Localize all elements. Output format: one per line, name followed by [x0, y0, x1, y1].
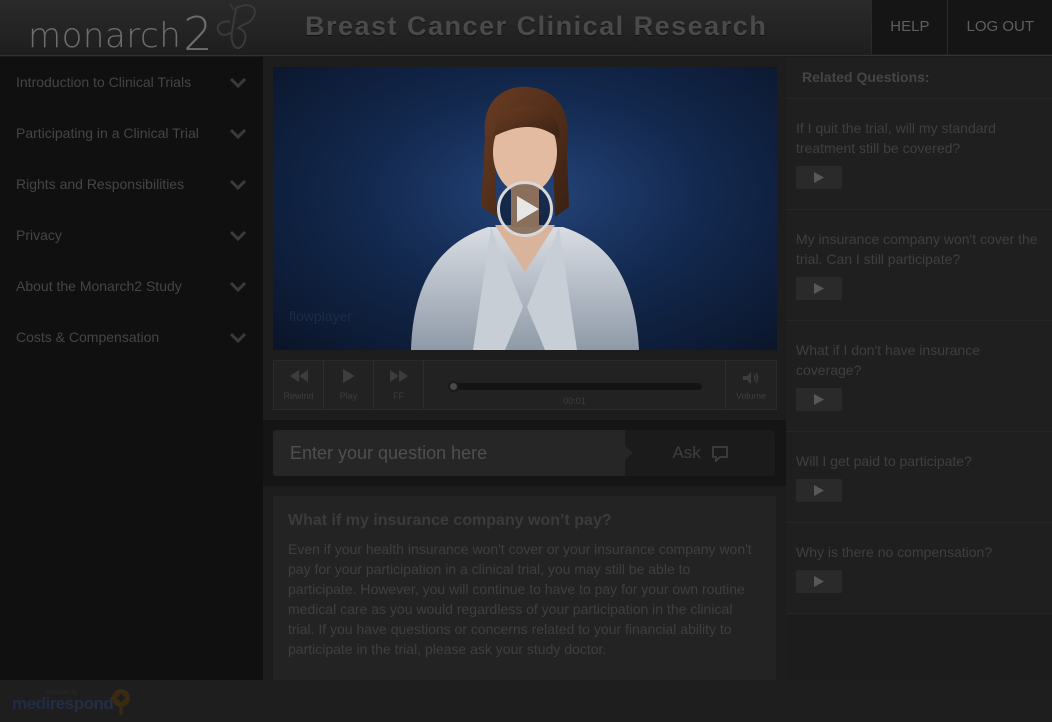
related-play-button[interactable] [796, 277, 842, 300]
chevron-down-icon [229, 261, 247, 312]
sidebar-item-participating[interactable]: Participating in a Clinical Trial [0, 108, 263, 159]
related-question-item: My insurance company won't cover the tri… [786, 210, 1052, 321]
topic-sidebar: Introduction to Clinical Trials Particip… [0, 57, 263, 680]
sidebar-item-about-study[interactable]: About the Monarch2 Study [0, 261, 263, 312]
sidebar-item-label: Introduction to Clinical Trials [16, 74, 192, 90]
help-button[interactable]: HELP [871, 0, 947, 54]
rewind-label: Rewind [283, 391, 314, 401]
related-question-item: Will I get paid to participate? [786, 432, 1052, 523]
play-icon [342, 369, 355, 383]
related-question-item: What if I don't have insurance coverage? [786, 321, 1052, 432]
speaker-icon [743, 372, 759, 384]
sidebar-item-label: Privacy [16, 227, 62, 243]
chevron-down-icon [229, 312, 247, 363]
sidebar-item-introduction[interactable]: Introduction to Clinical Trials [0, 57, 263, 108]
monarch2-logo[interactable]: monarch2 [28, 4, 213, 61]
ask-button[interactable]: Ask [625, 430, 775, 476]
rewind-button[interactable]: Rewind [274, 361, 324, 409]
related-question-item: Why is there no compensation? [786, 523, 1052, 614]
medirespond-mark-icon [112, 689, 130, 715]
play-icon [517, 196, 539, 222]
fast-forward-icon [389, 370, 408, 382]
logout-button[interactable]: LOG OUT [947, 0, 1052, 54]
sidebar-item-rights[interactable]: Rights and Responsibilities [0, 159, 263, 210]
medirespond-logo[interactable]: medirespond [12, 694, 114, 714]
butterfly-icon [216, 3, 256, 50]
chevron-down-icon [229, 159, 247, 210]
progress-handle[interactable] [448, 381, 459, 392]
related-question-link[interactable]: Why is there no compensation? [796, 542, 1042, 562]
related-play-button[interactable] [796, 570, 842, 593]
progress-track[interactable] [448, 383, 702, 390]
main-content: flowplayer Rewind Play FF 00:01 Volume E… [263, 57, 786, 680]
app-header: monarch2 Breast Cancer Clinical Research… [0, 0, 1052, 61]
footer: Powered by medirespond [0, 680, 1052, 722]
related-question-link[interactable]: Will I get paid to participate? [796, 451, 1042, 471]
related-question-link[interactable]: If I quit the trial, will my standard tr… [796, 118, 1042, 158]
play-icon [814, 576, 824, 587]
related-heading: Related Questions: [786, 57, 1052, 99]
header-actions: HELP LOG OUT [871, 0, 1052, 54]
ask-question-bar: Ask [263, 420, 786, 486]
related-question-link[interactable]: My insurance company won't cover the tri… [796, 229, 1042, 269]
sidebar-item-label: Participating in a Clinical Trial [16, 125, 199, 141]
chevron-down-icon [229, 57, 247, 108]
play-icon [814, 394, 824, 405]
speech-bubble-icon [711, 445, 728, 463]
fast-forward-button[interactable]: FF [374, 361, 424, 409]
volume-button[interactable]: Volume [726, 361, 776, 409]
brand-part-respond: respond [49, 694, 114, 713]
rewind-icon [289, 370, 308, 382]
timeline[interactable]: 00:01 [424, 361, 726, 409]
answer-body: Even if your health insurance won't cove… [288, 541, 752, 657]
related-play-button[interactable] [796, 166, 842, 189]
answer-title: What if my insurance company won’t pay? [288, 512, 612, 529]
input-arrow [625, 446, 633, 460]
play-button[interactable]: Play [324, 361, 374, 409]
question-input[interactable] [273, 430, 625, 476]
sidebar-item-label: About the Monarch2 Study [16, 278, 182, 294]
brand-part-medi: medi [12, 694, 50, 713]
chevron-down-icon [229, 210, 247, 261]
play-label: Play [339, 391, 358, 401]
video-controls: Rewind Play FF 00:01 Volume [273, 360, 777, 410]
related-question-item: If I quit the trial, will my standard tr… [786, 99, 1052, 210]
sidebar-item-label: Rights and Responsibilities [16, 176, 185, 192]
fast-forward-label: FF [393, 391, 404, 401]
related-play-button[interactable] [796, 479, 842, 502]
answer-panel: What if my insurance company won’t pay? … [273, 496, 776, 680]
volume-label: Volume [735, 391, 767, 401]
current-time: 00:01 [563, 396, 586, 406]
sidebar-item-label: Costs & Compensation [16, 329, 160, 345]
logo-text: monarch [28, 16, 182, 56]
play-icon [814, 172, 824, 183]
site-title: Breast Cancer Clinical Research [305, 11, 768, 41]
flowplayer-watermark: flowplayer [289, 308, 353, 324]
related-play-button[interactable] [796, 388, 842, 411]
video-play-button[interactable] [497, 181, 553, 237]
sidebar-item-costs[interactable]: Costs & Compensation [0, 312, 263, 363]
sidebar-item-privacy[interactable]: Privacy [0, 210, 263, 261]
chevron-down-icon [229, 108, 247, 159]
ask-button-label: Ask [672, 443, 701, 462]
play-icon [814, 485, 824, 496]
play-icon [814, 283, 824, 294]
video-player[interactable]: flowplayer [273, 67, 777, 350]
related-questions-panel: Related Questions: If I quit the trial, … [786, 57, 1052, 680]
related-question-link[interactable]: What if I don't have insurance coverage? [796, 340, 1042, 380]
